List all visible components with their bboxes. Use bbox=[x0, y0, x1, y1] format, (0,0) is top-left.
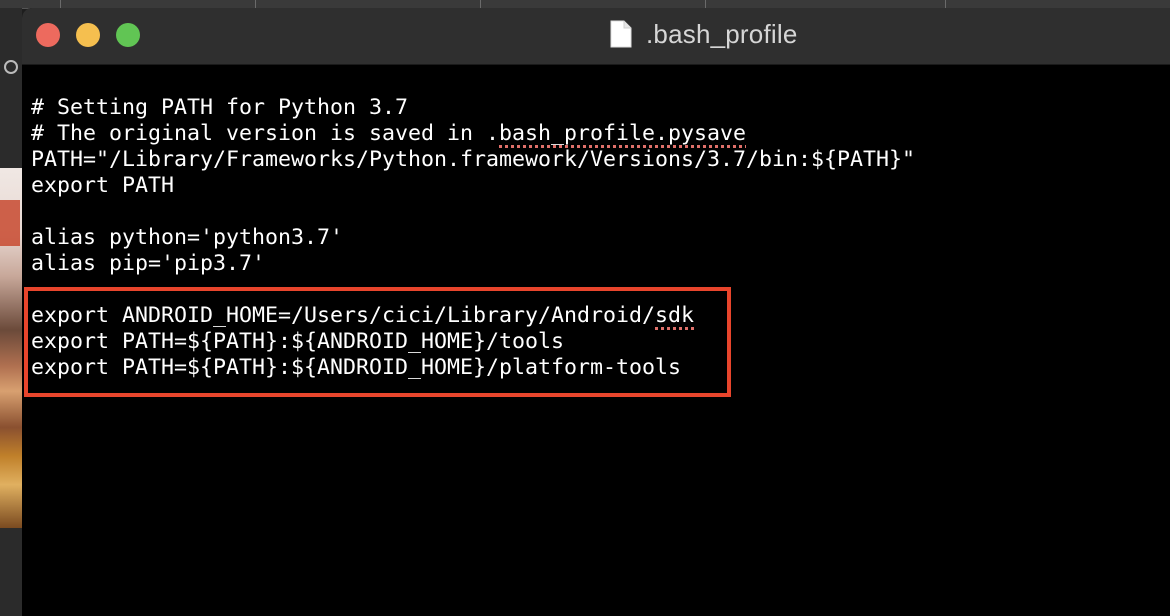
code-text: PATH="/Library/Frameworks/Python.framewo… bbox=[31, 147, 916, 172]
editor-window: .bash_profile # Setting PATH for Python … bbox=[22, 8, 1170, 616]
misspelled-word: sdk bbox=[655, 303, 695, 328]
code-text: export PATH bbox=[31, 173, 175, 198]
code-line[interactable]: export PATH=${PATH}:${ANDROID_HOME}/plat… bbox=[31, 355, 681, 381]
code-text: export ANDROID_HOME=/Users/cici/Library/… bbox=[31, 303, 656, 328]
code-text: # Setting PATH for Python 3.7 bbox=[31, 95, 409, 120]
zoom-button[interactable] bbox=[116, 23, 140, 47]
tab-separator bbox=[60, 0, 61, 8]
misspelled-word: bash_profile.pysave bbox=[499, 121, 747, 146]
code-line[interactable]: export ANDROID_HOME=/Users/cici/Library/… bbox=[31, 303, 694, 329]
close-button[interactable] bbox=[36, 23, 60, 47]
search-icon bbox=[4, 60, 18, 74]
window-title-group: .bash_profile bbox=[610, 18, 797, 50]
minimize-button[interactable] bbox=[76, 23, 100, 47]
tab-separator bbox=[945, 0, 946, 8]
code-line[interactable]: export PATH=${PATH}:${ANDROID_HOME}/tool… bbox=[31, 329, 564, 355]
window-title: .bash_profile bbox=[646, 18, 798, 49]
text-editor-area[interactable]: # Setting PATH for Python 3.7 # The origi… bbox=[22, 65, 1170, 616]
code-text: export PATH=${PATH}:${ANDROID_HOME}/tool… bbox=[31, 329, 565, 354]
background-window-edge bbox=[0, 8, 22, 616]
tab-separator bbox=[480, 0, 481, 8]
code-line[interactable]: # Setting PATH for Python 3.7 bbox=[31, 95, 408, 121]
background-banner-mark bbox=[0, 200, 20, 246]
tab-separator bbox=[255, 0, 256, 8]
code-line[interactable]: alias python='python3.7' bbox=[31, 225, 343, 251]
document-icon[interactable] bbox=[610, 20, 632, 48]
code-line[interactable]: alias pip='pip3.7' bbox=[31, 251, 265, 277]
tab-separator bbox=[705, 0, 706, 8]
desktop: .bash_profile # Setting PATH for Python … bbox=[0, 0, 1170, 616]
code-line[interactable]: export PATH bbox=[31, 173, 174, 199]
code-text: # The original version is saved in . bbox=[31, 121, 500, 146]
code-text: export PATH=${PATH}:${ANDROID_HOME}/plat… bbox=[31, 355, 682, 380]
title-bar[interactable]: .bash_profile bbox=[22, 8, 1170, 65]
code-line[interactable]: # The original version is saved in .bash… bbox=[31, 121, 746, 147]
code-text: alias python='python3.7' bbox=[31, 225, 344, 250]
background-text-fragment bbox=[0, 124, 12, 140]
code-line[interactable]: PATH="/Library/Frameworks/Python.framewo… bbox=[31, 147, 915, 173]
code-text: alias pip='pip3.7' bbox=[31, 251, 266, 276]
